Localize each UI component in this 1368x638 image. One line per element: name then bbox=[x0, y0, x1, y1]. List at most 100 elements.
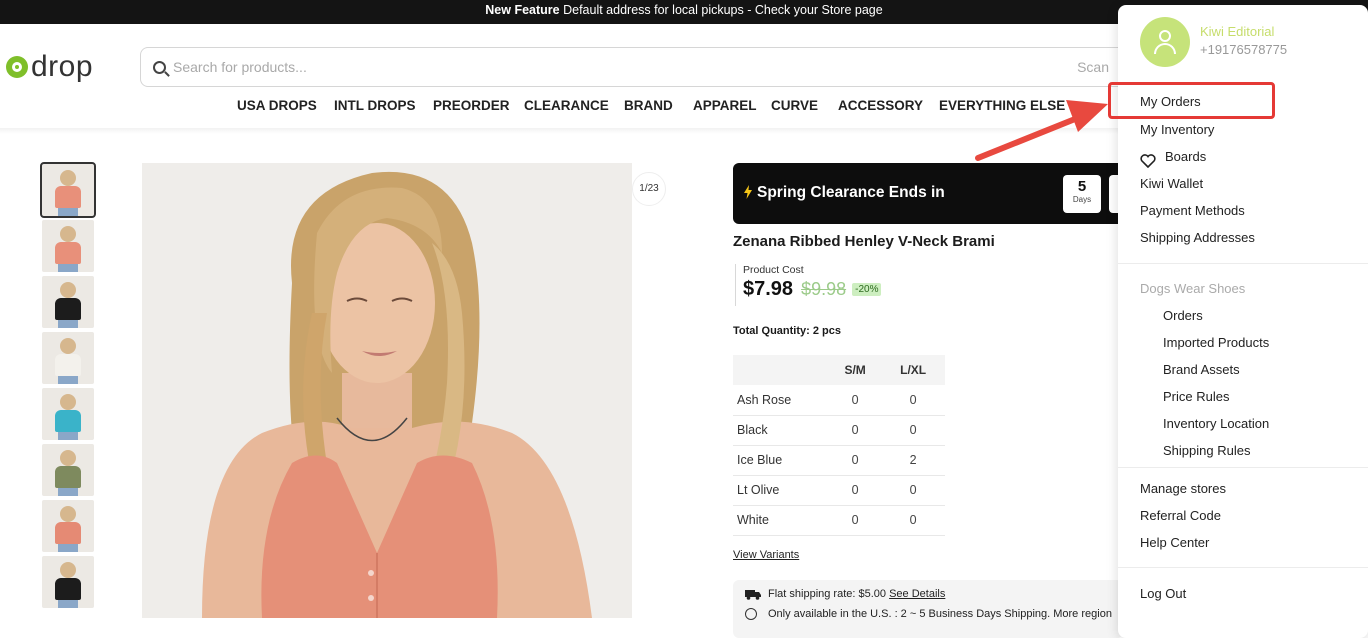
search-icon bbox=[153, 60, 166, 74]
product-cost: Product Cost $7.98 $9.98 -20% bbox=[735, 264, 882, 306]
scan-button[interactable]: Scan bbox=[1077, 59, 1109, 75]
menu-divider bbox=[1118, 567, 1368, 568]
store-imported-products[interactable]: Imported Products bbox=[1163, 335, 1269, 350]
thumbnail[interactable] bbox=[42, 332, 94, 384]
price: $7.98 bbox=[743, 278, 794, 300]
thumbnail-figure bbox=[55, 506, 81, 552]
variant-header-lxl: L/XL bbox=[881, 355, 945, 385]
thumbnail[interactable] bbox=[42, 500, 94, 552]
image-counter: 1/23 bbox=[632, 172, 666, 206]
thumbnail-head bbox=[60, 450, 76, 466]
menu-my-inventory[interactable]: My Inventory bbox=[1140, 122, 1214, 137]
store-section-title: Dogs Wear Shoes bbox=[1140, 281, 1246, 296]
nav-intl-drops[interactable]: INTL DROPS bbox=[334, 98, 416, 113]
thumbnail-top bbox=[55, 578, 81, 600]
search-input[interactable] bbox=[173, 59, 1053, 75]
nav-everything-else[interactable]: EVERYTHING ELSE bbox=[939, 98, 1065, 113]
user-phone: +19176578775 bbox=[1200, 42, 1288, 57]
drop-logo-icon bbox=[6, 56, 28, 78]
variant-header-color bbox=[733, 355, 829, 385]
thumbnail-figure bbox=[55, 282, 81, 328]
variant-color: White bbox=[733, 505, 829, 536]
thumbnail[interactable] bbox=[42, 220, 94, 272]
variant-header-sm: S/M bbox=[829, 355, 882, 385]
nav-clearance[interactable]: CLEARANCE bbox=[524, 98, 609, 113]
nav-accessory[interactable]: ACCESSORY bbox=[838, 98, 923, 113]
thumbnail-jeans bbox=[58, 208, 78, 216]
clock-icon bbox=[745, 608, 757, 620]
thumbnail-jeans bbox=[58, 600, 78, 608]
countdown-days-value: 5 bbox=[1077, 178, 1087, 195]
thumbnail-top bbox=[55, 354, 81, 376]
nav-preorder[interactable]: PREORDER bbox=[433, 98, 510, 113]
menu-boards[interactable]: Boards bbox=[1165, 149, 1206, 164]
variant-qty-lxl: 0 bbox=[881, 505, 945, 536]
store-price-rules[interactable]: Price Rules bbox=[1163, 389, 1229, 404]
thumbnail-top bbox=[55, 298, 81, 320]
variant-qty-lxl: 2 bbox=[881, 445, 945, 476]
discount-badge: -20% bbox=[852, 283, 882, 296]
thumbnail-top bbox=[55, 242, 81, 264]
shipping-rate-text: Flat shipping rate: $5.00 bbox=[768, 588, 887, 600]
thumbnail[interactable] bbox=[42, 276, 94, 328]
search-bar[interactable]: Scan bbox=[140, 47, 1140, 87]
menu-help-center[interactable]: Help Center bbox=[1140, 535, 1209, 550]
menu-divider bbox=[1118, 467, 1368, 468]
total-quantity: Total Quantity: 2 pcs bbox=[733, 325, 841, 337]
clearance-banner: Spring Clearance Ends in 5 Days bbox=[733, 163, 1133, 224]
promo-text: Spring Clearance Ends in bbox=[757, 184, 945, 201]
nav-curve[interactable]: CURVE bbox=[771, 98, 818, 113]
menu-manage-stores[interactable]: Manage stores bbox=[1140, 481, 1226, 496]
highlight-box bbox=[1108, 82, 1275, 119]
countdown-days: 5 Days bbox=[1063, 175, 1101, 213]
view-variants-link[interactable]: View Variants bbox=[733, 549, 799, 561]
thumbnail-figure bbox=[55, 338, 81, 384]
variant-table: S/M L/XL Ash Rose 0 0 Black 0 0 Ice Blue 0 2 Lt O… bbox=[733, 355, 945, 536]
thumbnail[interactable] bbox=[42, 556, 94, 608]
menu-kiwi-wallet[interactable]: Kiwi Wallet bbox=[1140, 176, 1203, 191]
nav-usa-drops[interactable]: USA DROPS bbox=[237, 98, 317, 113]
nav-brand[interactable]: BRAND bbox=[624, 98, 673, 113]
thumbnail-figure bbox=[55, 394, 81, 440]
countdown-days-label: Days bbox=[1072, 195, 1092, 204]
store-brand-assets[interactable]: Brand Assets bbox=[1163, 362, 1240, 377]
menu-referral-code[interactable]: Referral Code bbox=[1140, 508, 1221, 523]
model-illustration bbox=[142, 163, 632, 618]
thumbnail[interactable] bbox=[42, 388, 94, 440]
variant-row: Black 0 0 bbox=[733, 415, 945, 446]
avatar bbox=[1140, 17, 1190, 67]
header-divider bbox=[0, 128, 1120, 134]
store-inventory-location[interactable]: Inventory Location bbox=[1163, 416, 1269, 431]
user-name: Kiwi Editorial bbox=[1200, 24, 1275, 39]
variant-qty-sm: 0 bbox=[829, 505, 882, 536]
shipping-availability: Only available in the U.S. : 2 ~ 5 Busin… bbox=[768, 608, 1112, 620]
logo[interactable]: drop bbox=[6, 50, 93, 84]
thumbnail[interactable] bbox=[42, 444, 94, 496]
variant-row: Ice Blue 0 2 bbox=[733, 445, 945, 476]
variant-color: Black bbox=[733, 415, 829, 446]
menu-payment-methods[interactable]: Payment Methods bbox=[1140, 203, 1245, 218]
user-icon-body bbox=[1154, 43, 1176, 54]
menu-shipping-addresses[interactable]: Shipping Addresses bbox=[1140, 230, 1255, 245]
announcement-text: Default address for local pickups - Chec… bbox=[559, 3, 883, 17]
variant-qty-sm: 0 bbox=[829, 475, 882, 506]
cost-label: Product Cost bbox=[743, 264, 804, 276]
variant-qty-lxl: 0 bbox=[881, 475, 945, 506]
thumbnail-jeans bbox=[58, 544, 78, 552]
thumbnail-jeans bbox=[58, 432, 78, 440]
product-main-image[interactable] bbox=[142, 163, 632, 618]
store-shipping-rules[interactable]: Shipping Rules bbox=[1163, 443, 1250, 458]
thumbnail-head bbox=[60, 394, 76, 410]
thumbnail-figure bbox=[55, 562, 81, 608]
thumbnail-top bbox=[55, 466, 81, 488]
store-orders[interactable]: Orders bbox=[1163, 308, 1203, 323]
menu-log-out[interactable]: Log Out bbox=[1140, 586, 1186, 601]
nav-apparel[interactable]: APPAREL bbox=[693, 98, 757, 113]
variant-qty-sm: 0 bbox=[829, 415, 882, 446]
see-details-link[interactable]: See Details bbox=[889, 588, 945, 600]
thumbnail[interactable] bbox=[40, 162, 96, 218]
shipping-rate: Flat shipping rate: $5.00 See Details bbox=[768, 588, 945, 600]
thumbnail-figure bbox=[55, 170, 81, 216]
variant-row: Lt Olive 0 0 bbox=[733, 475, 945, 506]
product-title: Zenana Ribbed Henley V-Neck Brami bbox=[733, 233, 995, 250]
